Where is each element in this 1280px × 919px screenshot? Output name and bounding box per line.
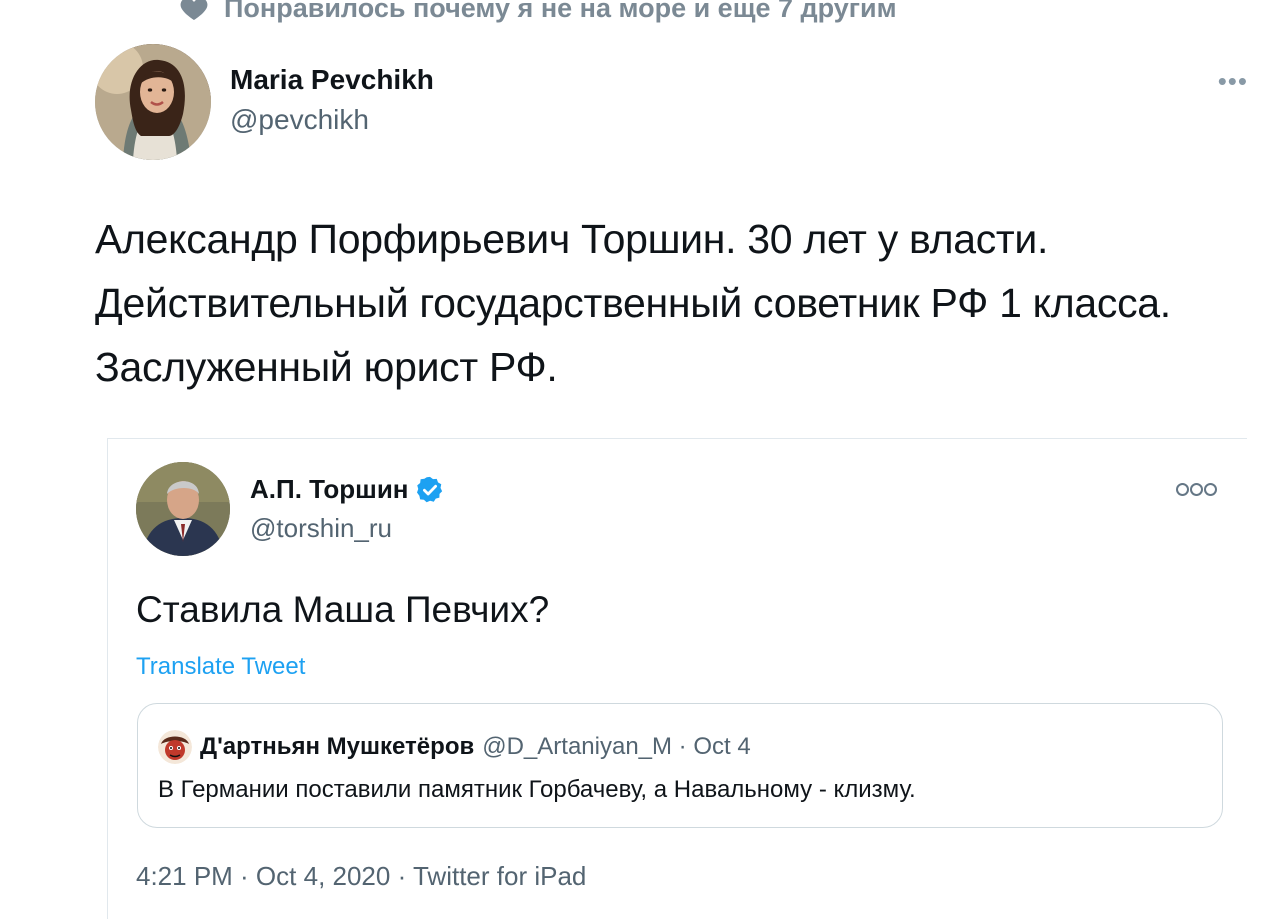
- nested-author-name[interactable]: Д'артньян Мушкетёров: [200, 733, 474, 761]
- author-name[interactable]: Maria Pevchikh: [230, 64, 434, 96]
- nested-header: Д'артньян Мушкетёров @D_Artaniyan_M · Oc…: [158, 730, 751, 764]
- social-context: Понравилось почему я не на море и еще 7 …: [178, 0, 897, 28]
- avatar-photo: [95, 44, 211, 160]
- tweet-timestamp[interactable]: 4:21 PM · Oct 4, 2020 · Twitter for iPad: [136, 861, 586, 892]
- verified-badge-icon: [416, 476, 442, 502]
- author-handle[interactable]: @pevchikh: [230, 104, 369, 136]
- quoted-author-row: А.П. Торшин: [250, 474, 445, 505]
- avatar-icon: [158, 730, 192, 764]
- more-icon[interactable]: [1175, 479, 1217, 502]
- quoted-tweet-text: Ставила Маша Певчих?: [136, 589, 550, 630]
- social-context-text: Понравилось почему я не на море и еще 7 …: [224, 0, 897, 23]
- tweet-text-line: Действительный государственный советник …: [95, 280, 1171, 326]
- nested-tweet-text: В Германии поставили памятник Горбачеву,…: [158, 776, 916, 803]
- nested-meta: @D_Artaniyan_M · Oct 4: [482, 733, 751, 760]
- quoted-author-handle[interactable]: @torshin_ru: [250, 513, 392, 544]
- tweet-text: Александр Порфирьевич Торшин. 30 лет у в…: [95, 207, 1245, 399]
- translate-tweet-link[interactable]: Translate Tweet: [136, 653, 305, 681]
- heart-icon: [180, 0, 208, 20]
- avatar[interactable]: [136, 462, 230, 556]
- quoted-author-name[interactable]: А.П. Торшин: [250, 474, 409, 505]
- nested-quoted-tweet[interactable]: Д'артньян Мушкетёров @D_Artaniyan_M · Oc…: [137, 703, 1223, 828]
- quoted-tweet[interactable]: А.П. Торшин @torshin_ru Ставила Маша Пев…: [107, 438, 1247, 919]
- more-horizontal-icon[interactable]: •••: [1218, 66, 1248, 97]
- tweet-text-line: Заслуженный юрист РФ.: [95, 344, 558, 390]
- avatar-photo: [136, 462, 230, 556]
- avatar[interactable]: [95, 44, 211, 160]
- tweet-text-line: Александр Порфирьевич Торшин. 30 лет у в…: [95, 216, 1049, 262]
